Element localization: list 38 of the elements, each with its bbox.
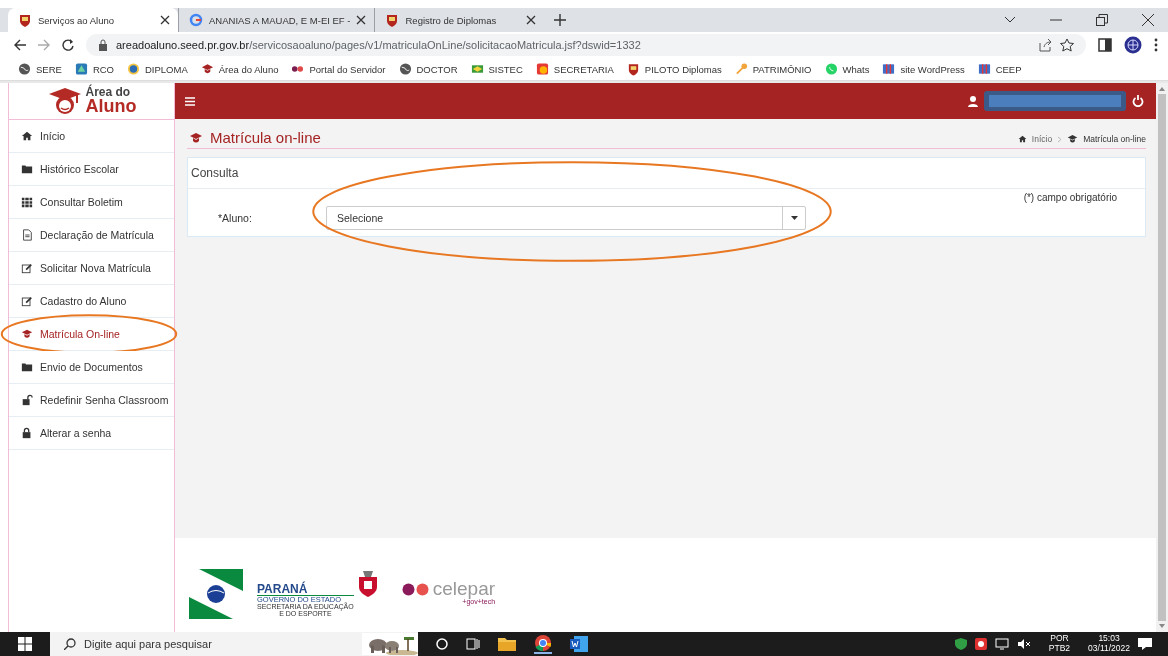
bookmark[interactable]: SERE [18,62,62,76]
bookmark[interactable]: PATRIMÔNIO [734,62,812,76]
tab-title: Serviços ao Aluno [38,14,116,26]
bookmark[interactable]: Whats [824,62,870,76]
bookmark[interactable]: SECRETARIA [535,62,614,76]
bookmark[interactable]: CEEP [977,62,1022,76]
tab-title: ANANIAS A MAUAD, E M-EI EF - [209,14,351,26]
breadcrumb-link[interactable]: Início [1031,134,1053,144]
student-select[interactable]: Selecione [326,206,806,230]
field-label: *Aluno: [218,212,253,224]
bookmark[interactable]: SISTEC [470,62,523,76]
bookmark[interactable]: DIPLOMA [127,62,188,76]
logo-text: PARANÁ [257,582,354,596]
logo-text: Aluno [85,98,137,116]
clock-date[interactable]: 03/11/2022 [1088,644,1130,654]
bookmark[interactable]: RCO [74,62,114,76]
bookmark[interactable]: DOCTOR [398,62,458,76]
language-indicator[interactable]: POR [1050,634,1069,644]
browser-tab[interactable]: Serviços ao Aluno [8,8,178,32]
url-text: areadoaluno.seed.pr.gov.br/servicosaoaluno/pages/v1/matriculaOnLine/solicitacaoMatricula.jsf?dswid=1332 [116,39,641,51]
browser-tab[interactable]: Registro de Diplomas [374,8,545,32]
bookmark[interactable]: Área do Aluno [200,62,279,76]
bookmark[interactable]: Portal do Servidor [291,62,386,76]
page-title: Matrícula on-line [210,129,321,146]
address-bar[interactable]: areadoaluno.seed.pr.gov.br/servicosaoaluno/pages/v1/matriculaOnLine/solicitacaoMatricula.jsf?dswid=1332 [86,34,1086,56]
sidebar-item[interactable]: Envio de Documentos [9,351,174,384]
keyboard-layout-indicator[interactable]: PTB2 [1048,644,1071,654]
tab-title: Registro de Diplomas [405,14,498,26]
logo-text: celepar [432,579,496,598]
clock-time[interactable]: 15:03 [1098,634,1120,644]
taskbar-search-field[interactable]: Digite aqui para pesquisar [50,632,418,656]
logo-text: Área do [85,86,132,99]
required-note: (*) campo obrigatório [1023,192,1117,203]
browser-tab[interactable]: ANANIAS A MAUAD, E M-EI EF - [178,8,375,32]
panel-title: Consulta [188,158,1145,189]
breadcrumb-link[interactable]: Matrícula on-line [1083,134,1146,144]
bookmark[interactable]: site WordPress [882,62,965,76]
bookmark[interactable]: PILOTO Diplomas [626,62,722,76]
